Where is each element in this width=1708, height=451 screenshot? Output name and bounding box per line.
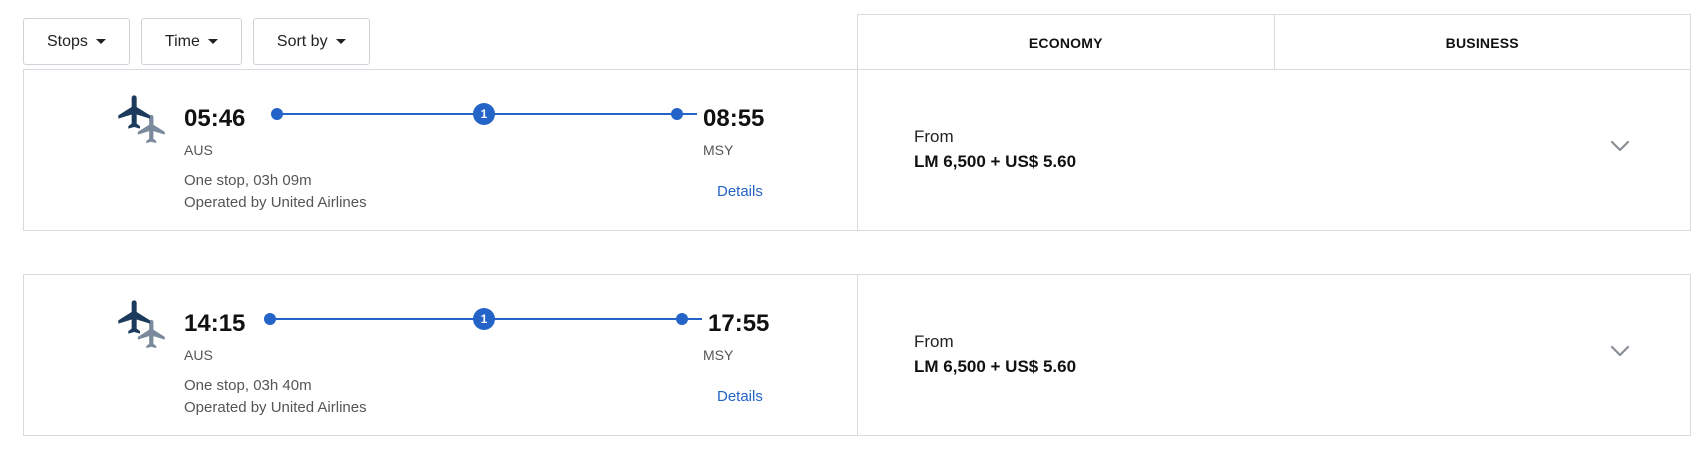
cabin-tab-economy[interactable]: ECONOMY xyxy=(858,15,1274,70)
flight-operator: Operated by United Airlines xyxy=(184,399,367,416)
route-end-dot xyxy=(676,313,688,325)
route-end-dot xyxy=(671,108,683,120)
filter-bar: Stops Time Sort by xyxy=(23,18,370,65)
stop-count-badge: 1 xyxy=(473,103,495,125)
price-prefix: From xyxy=(914,127,954,146)
chevron-down-icon[interactable] xyxy=(1610,140,1630,152)
stops-filter-button[interactable]: Stops xyxy=(23,18,130,65)
details-link[interactable]: Details xyxy=(717,183,763,200)
arrival-time: 08:55 xyxy=(703,105,765,132)
arrival-airport: MSY xyxy=(703,347,734,363)
sort-by-button[interactable]: Sort by xyxy=(252,18,370,65)
card-divider xyxy=(857,70,858,230)
departure-time: 05:46 xyxy=(184,105,246,132)
airplane-icon xyxy=(118,95,150,129)
departure-time: 14:15 xyxy=(184,310,246,337)
airplane-icon xyxy=(118,300,150,334)
departure-airport: AUS xyxy=(184,347,213,363)
flight-summary: One stop, 03h 40m xyxy=(184,377,312,394)
flight-summary: One stop, 03h 09m xyxy=(184,172,312,189)
caret-down-icon xyxy=(207,39,218,44)
stops-filter-label: Stops xyxy=(47,32,88,50)
details-link[interactable]: Details xyxy=(717,388,763,405)
departure-airport: AUS xyxy=(184,142,213,158)
price-value: LM 6,500 + US$ 5.60 xyxy=(914,152,1077,171)
cabin-tab-business[interactable]: BUSINESS xyxy=(1273,15,1691,70)
plane-icons xyxy=(115,297,177,359)
arrival-airport: MSY xyxy=(703,142,734,158)
arrival-time: 17:55 xyxy=(708,310,770,337)
price-prefix: From xyxy=(914,332,954,351)
sort-by-label: Sort by xyxy=(276,32,328,50)
flight-operator: Operated by United Airlines xyxy=(184,194,367,211)
time-filter-label: Time xyxy=(164,32,200,50)
time-filter-button[interactable]: Time xyxy=(140,18,242,65)
caret-down-icon xyxy=(95,39,106,44)
chevron-down-icon[interactable] xyxy=(1610,345,1630,357)
flight-card: 14:15 AUS 1 17:55 MSY One stop, 03h 40m … xyxy=(23,274,1691,436)
stop-count-badge: 1 xyxy=(473,308,495,330)
cabin-header: ECONOMY BUSINESS xyxy=(857,14,1691,70)
caret-down-icon xyxy=(335,39,346,44)
card-divider xyxy=(857,275,858,435)
flight-card: 05:46 AUS 1 08:55 MSY One stop, 03h 09m … xyxy=(23,69,1691,231)
price-value: LM 6,500 + US$ 5.60 xyxy=(914,357,1077,376)
plane-icons xyxy=(115,92,177,154)
